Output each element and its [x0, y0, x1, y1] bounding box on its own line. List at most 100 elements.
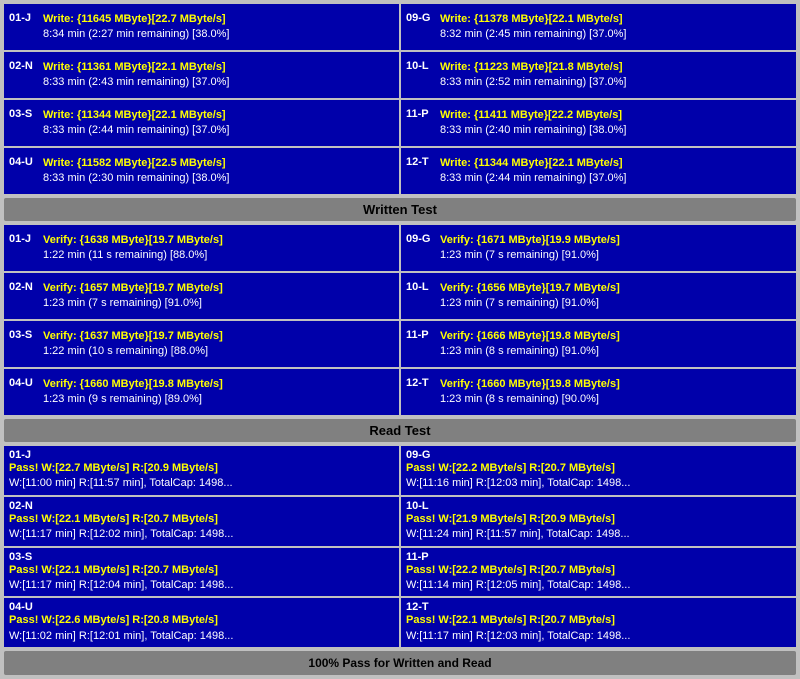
cell-id-11-p: 11-P — [406, 108, 434, 120]
cell-line2: 8:33 min (2:44 min remaining) [37.0%] — [43, 123, 394, 138]
grid-cell-03-s: 03-S Write: {11344 MByte}[22.1 MByte/s]8:… — [4, 100, 399, 146]
grid-cell-09-g: 09-G Write: {11378 MByte}[22.1 MByte/s]8:… — [401, 4, 796, 50]
cell-line1: Write: {11344 MByte}[22.1 MByte/s] — [43, 108, 394, 123]
cell-id-04-u: 04-U — [9, 377, 37, 389]
cell-line1: Verify: {1666 MByte}[19.8 MByte/s] — [440, 329, 791, 344]
grid-cell-11-p: 11-PPass! W:[22.2 MByte/s] R:[20.7 MByte… — [401, 548, 796, 597]
cell-line2: 8:33 min (2:40 min remaining) [38.0%] — [440, 123, 791, 138]
cell-id-12-t: 12-T — [406, 601, 429, 613]
grid-cell-09-g: 09-G Verify: {1671 MByte}[19.9 MByte/s]1:… — [401, 225, 796, 271]
grid-cell-04-u: 04-U Write: {11582 MByte}[22.5 MByte/s]8:… — [4, 148, 399, 194]
grid-cell-04-u: 04-U Verify: {1660 MByte}[19.8 MByte/s]1:… — [4, 369, 399, 415]
cell-id-10-l: 10-L — [406, 500, 429, 512]
cell-line2: 8:33 min (2:44 min remaining) [37.0%] — [440, 171, 791, 186]
cell-line1: Verify: {1656 MByte}[19.7 MByte/s] — [440, 281, 791, 296]
cell-line1: Pass! W:[22.7 MByte/s] R:[20.9 MByte/s] — [9, 461, 394, 476]
cell-id-11-p: 11-P — [406, 329, 434, 341]
grid-cell-02-n: 02-N Verify: {1657 MByte}[19.7 MByte/s]1:… — [4, 273, 399, 319]
cell-line2: W:[11:14 min] R:[12:05 min], TotalCap: 1… — [406, 578, 791, 593]
cell-id-09-g: 09-G — [406, 233, 434, 245]
cell-line1: Pass! W:[22.2 MByte/s] R:[20.7 MByte/s] — [406, 563, 791, 578]
grid-cell-10-l: 10-L Verify: {1656 MByte}[19.7 MByte/s]1:… — [401, 273, 796, 319]
grid-cell-11-p: 11-P Verify: {1666 MByte}[19.8 MByte/s]1:… — [401, 321, 796, 367]
grid-cell-02-n: 02-NPass! W:[22.1 MByte/s] R:[20.7 MByte… — [4, 497, 399, 546]
cell-line1: Write: {11645 MByte}[22.7 MByte/s] — [43, 12, 394, 27]
cell-line1: Pass! W:[22.1 MByte/s] R:[20.7 MByte/s] — [9, 512, 394, 527]
cell-id-09-g: 09-G — [406, 449, 430, 461]
cell-id-03-s: 03-S — [9, 108, 37, 120]
cell-line2: 8:34 min (2:27 min remaining) [38.0%] — [43, 27, 394, 42]
cell-id-03-s: 03-S — [9, 329, 37, 341]
cell-line2: 1:22 min (11 s remaining) [88.0%] — [43, 248, 394, 263]
grid-cell-04-u: 04-UPass! W:[22.6 MByte/s] R:[20.8 MByte… — [4, 598, 399, 647]
cell-line2: 8:33 min (2:43 min remaining) [37.0%] — [43, 75, 394, 90]
grid-cell-12-t: 12-TPass! W:[22.1 MByte/s] R:[20.7 MByte… — [401, 598, 796, 647]
cell-line1: Verify: {1660 MByte}[19.8 MByte/s] — [43, 377, 394, 392]
cell-line2: W:[11:00 min] R:[11:57 min], TotalCap: 1… — [9, 476, 394, 491]
read-grid: 01-JPass! W:[22.7 MByte/s] R:[20.9 MByte… — [4, 446, 796, 647]
cell-id-09-g: 09-G — [406, 12, 434, 24]
cell-line2: 1:23 min (7 s remaining) [91.0%] — [440, 248, 791, 263]
cell-id-02-n: 02-N — [9, 60, 37, 72]
read-test-label: Read Test — [4, 419, 796, 442]
cell-line2: 1:23 min (7 s remaining) [91.0%] — [43, 296, 394, 311]
grid-cell-01-j: 01-J Write: {11645 MByte}[22.7 MByte/s]8:… — [4, 4, 399, 50]
cell-id-01-j: 01-J — [9, 12, 37, 24]
grid-cell-03-s: 03-SPass! W:[22.1 MByte/s] R:[20.7 MByte… — [4, 548, 399, 597]
cell-line1: Write: {11582 MByte}[22.5 MByte/s] — [43, 156, 394, 171]
cell-id-10-l: 10-L — [406, 60, 434, 72]
cell-line1: Pass! W:[22.1 MByte/s] R:[20.7 MByte/s] — [9, 563, 394, 578]
cell-line1: Pass! W:[22.6 MByte/s] R:[20.8 MByte/s] — [9, 613, 394, 628]
footer-bar: 100% Pass for Written and Read — [4, 651, 796, 675]
main-container: 01-JWrite: {11645 MByte}[22.7 MByte/s]8:… — [0, 0, 800, 679]
cell-line2: 1:23 min (8 s remaining) [90.0%] — [440, 392, 791, 407]
cell-line1: Verify: {1657 MByte}[19.7 MByte/s] — [43, 281, 394, 296]
grid-cell-03-s: 03-SVerify: {1637 MByte}[19.7 MByte/s]1:… — [4, 321, 399, 367]
cell-line2: 1:23 min (9 s remaining) [89.0%] — [43, 392, 394, 407]
cell-id-02-n: 02-N — [9, 500, 33, 512]
cell-line1: Verify: {1671 MByte}[19.9 MByte/s] — [440, 233, 791, 248]
cell-line1: Write: {11378 MByte}[22.1 MByte/s] — [440, 12, 791, 27]
cell-line2: 8:33 min (2:30 min remaining) [38.0%] — [43, 171, 394, 186]
cell-line1: Write: {11223 MByte}[21.8 MByte/s] — [440, 60, 791, 75]
cell-id-11-p: 11-P — [406, 551, 429, 563]
verify-grid: 01-JVerify: {1638 MByte}[19.7 MByte/s]1:… — [4, 225, 796, 415]
cell-line1: Pass! W:[21.9 MByte/s] R:[20.9 MByte/s] — [406, 512, 791, 527]
grid-cell-01-j: 01-J Verify: {1638 MByte}[19.7 MByte/s]1:… — [4, 225, 399, 271]
cell-id-10-l: 10-L — [406, 281, 434, 293]
grid-cell-02-n: 02-N Write: {11361 MByte}[22.1 MByte/s]8:… — [4, 52, 399, 98]
cell-line1: Verify: {1660 MByte}[19.8 MByte/s] — [440, 377, 791, 392]
grid-cell-12-t: 12-T Verify: {1660 MByte}[19.8 MByte/s]1:… — [401, 369, 796, 415]
write-grid: 01-JWrite: {11645 MByte}[22.7 MByte/s]8:… — [4, 4, 796, 194]
write-section: 01-JWrite: {11645 MByte}[22.7 MByte/s]8:… — [4, 4, 796, 194]
verify-section: 01-JVerify: {1638 MByte}[19.7 MByte/s]1:… — [4, 225, 796, 415]
cell-line1: Pass! W:[22.2 MByte/s] R:[20.7 MByte/s] — [406, 461, 791, 476]
cell-line1: Verify: {1637 MByte}[19.7 MByte/s] — [43, 329, 394, 344]
cell-id-12-t: 12-T — [406, 377, 434, 389]
cell-line1: Verify: {1638 MByte}[19.7 MByte/s] — [43, 233, 394, 248]
cell-id-02-n: 02-N — [9, 281, 37, 293]
cell-id-01-j: 01-J — [9, 449, 31, 461]
cell-line2: 8:32 min (2:45 min remaining) [37.0%] — [440, 27, 791, 42]
cell-line2: 1:23 min (7 s remaining) [91.0%] — [440, 296, 791, 311]
cell-id-12-t: 12-T — [406, 156, 434, 168]
grid-cell-09-g: 09-GPass! W:[22.2 MByte/s] R:[20.7 MByte… — [401, 446, 796, 495]
cell-line2: W:[11:02 min] R:[12:01 min], TotalCap: 1… — [9, 629, 394, 644]
cell-line2: W:[11:24 min] R:[11:57 min], TotalCap: 1… — [406, 527, 791, 542]
grid-cell-10-l: 10-LPass! W:[21.9 MByte/s] R:[20.9 MByte… — [401, 497, 796, 546]
cell-id-04-u: 04-U — [9, 601, 33, 613]
grid-cell-12-t: 12-TWrite: {11344 MByte}[22.1 MByte/s]8:… — [401, 148, 796, 194]
cell-line2: 8:33 min (2:52 min remaining) [37.0%] — [440, 75, 791, 90]
cell-id-04-u: 04-U — [9, 156, 37, 168]
read-section: 01-JPass! W:[22.7 MByte/s] R:[20.9 MByte… — [4, 446, 796, 647]
cell-id-03-s: 03-S — [9, 551, 32, 563]
cell-line2: W:[11:17 min] R:[12:03 min], TotalCap: 1… — [406, 629, 791, 644]
cell-id-01-j: 01-J — [9, 233, 37, 245]
cell-line2: W:[11:17 min] R:[12:04 min], TotalCap: 1… — [9, 578, 394, 593]
cell-line1: Write: {11361 MByte}[22.1 MByte/s] — [43, 60, 394, 75]
grid-cell-10-l: 10-L Write: {11223 MByte}[21.8 MByte/s]8:… — [401, 52, 796, 98]
written-test-label: Written Test — [4, 198, 796, 221]
grid-cell-11-p: 11-PWrite: {11411 MByte}[22.2 MByte/s]8:… — [401, 100, 796, 146]
cell-line2: 1:23 min (8 s remaining) [91.0%] — [440, 344, 791, 359]
grid-cell-01-j: 01-JPass! W:[22.7 MByte/s] R:[20.9 MByte… — [4, 446, 399, 495]
